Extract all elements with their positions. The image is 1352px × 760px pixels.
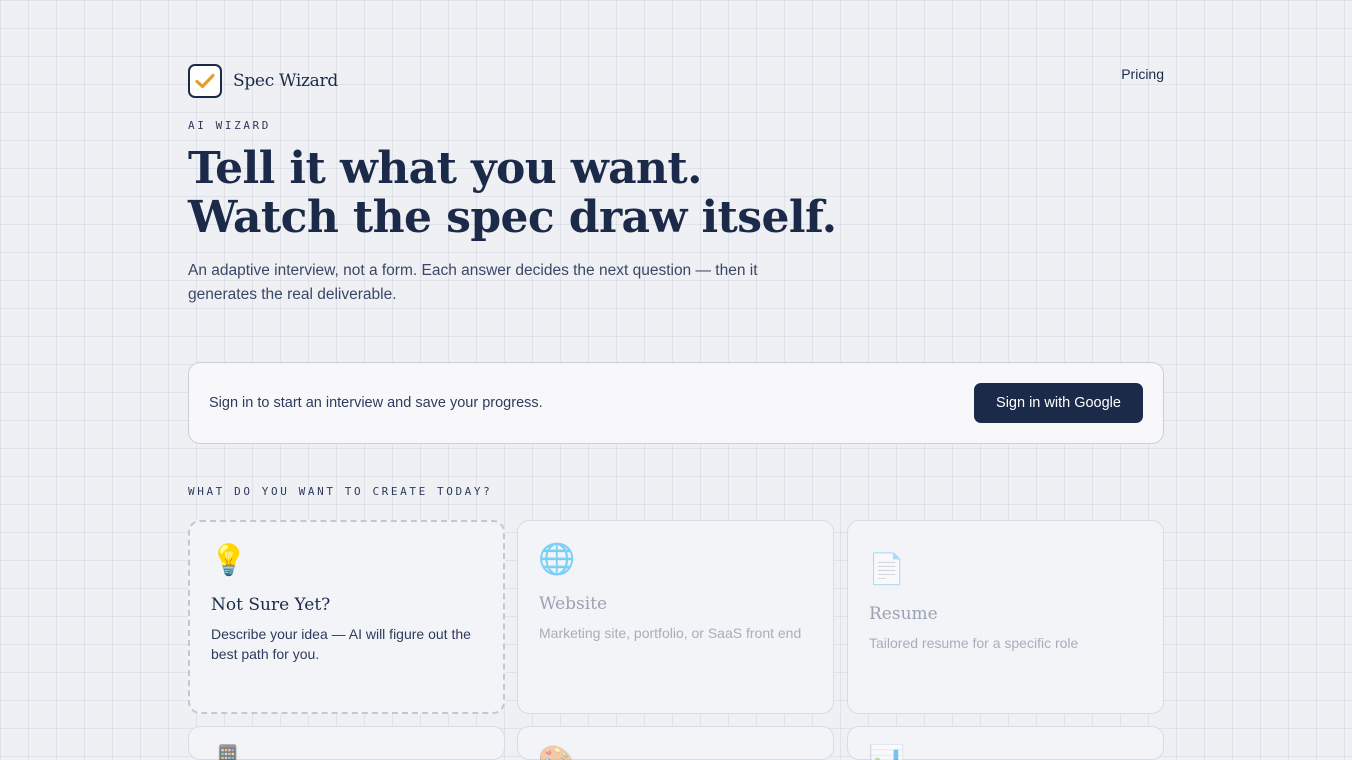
card-title: Resume (869, 604, 938, 624)
lightbulb-icon: 💡 (210, 544, 248, 577)
signin-message: Sign in to start an interview and save y… (209, 395, 543, 411)
card-description: Tailored resume for a specific role (869, 635, 1079, 651)
title-line-1: Tell it what you want. (188, 143, 702, 194)
card-title: Website (539, 594, 608, 614)
page-title: Tell it what you want. Watch the spec dr… (188, 143, 837, 243)
card-row2-3[interactable]: 📊 (847, 726, 1164, 760)
card-row2-1[interactable]: 📱 (188, 726, 505, 760)
card-resume[interactable]: 📄 Resume Tailored resume for a specific … (847, 520, 1164, 714)
globe-icon: 🌐 (538, 543, 576, 576)
card-description: Marketing site, portfolio, or SaaS front… (539, 625, 802, 641)
section-label: WHAT DO YOU WANT TO CREATE TODAY? (188, 485, 493, 498)
title-line-2: Watch the spec draw itself. (188, 192, 837, 243)
sign-in-google-button[interactable]: Sign in with Google (974, 383, 1143, 423)
signin-panel: Sign in to start an interview and save y… (188, 362, 1164, 444)
card-website[interactable]: 🌐 Website Marketing site, portfolio, or … (517, 520, 834, 714)
card-row2-2[interactable]: 🎨 (517, 726, 834, 760)
pricing-link[interactable]: Pricing (1121, 66, 1164, 82)
eyebrow: AI WIZARD (188, 119, 272, 132)
phone-icon: 📱 (209, 745, 246, 760)
card-not-sure[interactable]: 💡 Not Sure Yet? Describe your idea — AI … (188, 520, 505, 714)
card-title: Not Sure Yet? (211, 595, 331, 615)
brand-name: Spec Wizard (233, 71, 338, 91)
palette-icon: 🎨 (538, 745, 575, 760)
card-description: Describe your idea — AI will figure out … (211, 626, 471, 662)
hero-subtitle: An adaptive interview, not a form. Each … (188, 262, 758, 303)
logo[interactable]: Spec Wizard (188, 64, 338, 98)
chart-icon: 📊 (868, 745, 905, 760)
checkbox-check-icon (188, 64, 222, 98)
header: Spec Wizard Pricing (188, 64, 1164, 100)
document-icon: 📄 (868, 553, 906, 586)
